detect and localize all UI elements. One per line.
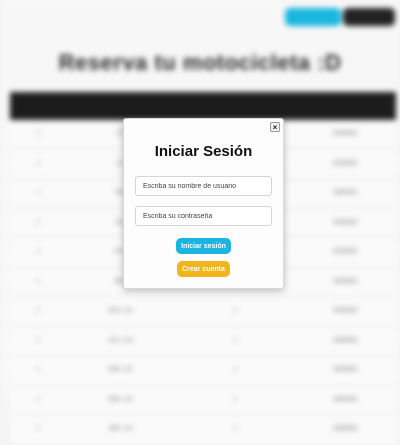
table-cell: BBBBBB <box>294 208 396 238</box>
table-cell: BBE 126 <box>65 355 176 386</box>
table-cell: 1 <box>175 326 295 356</box>
table-cell: 1 <box>10 120 66 150</box>
table-cell: 1 <box>10 208 66 238</box>
table-cell: BBBBBB <box>294 178 396 209</box>
table-header-cell <box>65 92 176 120</box>
table-cell: 1 <box>175 355 295 386</box>
username-input[interactable] <box>135 176 272 196</box>
table-cell: 1 <box>10 326 66 356</box>
table-header-cell <box>10 92 66 120</box>
table-cell: 1 <box>10 237 66 268</box>
table-cell: EDU 126 <box>65 326 176 356</box>
table-cell: BBBBBB <box>294 414 396 445</box>
header-button-secondary[interactable] <box>343 8 395 26</box>
modal-title: Iniciar Sesión <box>154 143 253 160</box>
table-cell: 1 <box>10 414 66 445</box>
table-cell: 1 <box>175 414 295 445</box>
table-cell: BBBBBB <box>294 326 396 356</box>
table-cell: 1 <box>175 296 295 327</box>
page-title: Reserva tu motocicleta :D <box>58 50 342 75</box>
table-cell: 1 <box>10 149 66 179</box>
table-cell: 1 <box>10 178 66 209</box>
table-cell: 1 <box>10 296 66 327</box>
table-row: 1 BDE 126 1 BBBBBB <box>10 296 396 327</box>
table-cell: 1 <box>10 355 66 386</box>
login-modal: × Iniciar Sesión Iniciar sesión Crear cu… <box>123 118 284 289</box>
table-cell: BBBBBB <box>294 149 396 179</box>
table-row: 1 BBE 126 1 BBBBBB <box>10 355 396 386</box>
login-button[interactable]: Iniciar sesión <box>176 238 231 254</box>
table-cell: BBBBBB <box>294 120 396 150</box>
table-header-cell <box>175 92 295 120</box>
table-row: 1 BBE 126 1 BBBBBB <box>10 414 396 445</box>
header-button-primary[interactable] <box>285 8 341 26</box>
table-header-cell <box>294 92 396 120</box>
table-header-row <box>10 92 396 120</box>
close-button[interactable]: × <box>270 122 280 132</box>
table-cell: BDE 126 <box>65 296 176 327</box>
table-cell: BBBBBB <box>294 296 396 327</box>
table-cell: BBBBBB <box>294 267 396 297</box>
table-cell: BBBBBB <box>294 355 396 386</box>
table-row: 1 EDU 126 1 BBBBBB <box>10 326 396 356</box>
table-cell: 1 <box>10 267 66 297</box>
table-cell: BBE 126 <box>65 414 176 445</box>
password-input[interactable] <box>135 206 272 226</box>
register-button[interactable]: Crear cuenta <box>177 261 230 277</box>
table-cell: BBBBBB <box>294 237 396 268</box>
